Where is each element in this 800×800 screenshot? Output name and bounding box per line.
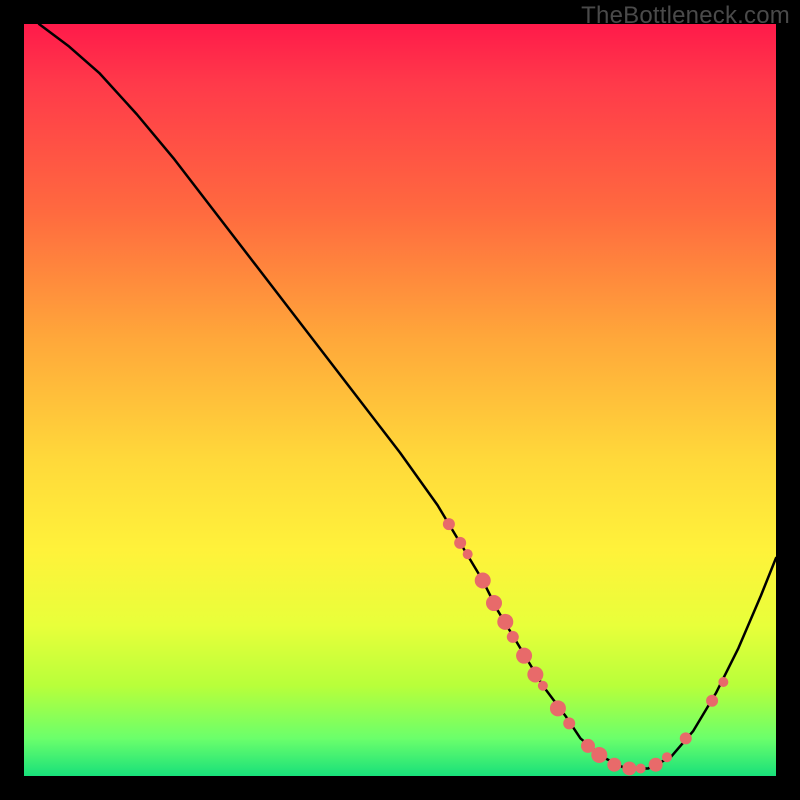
- curve-marker: [443, 518, 455, 530]
- curve-marker: [607, 758, 621, 772]
- curve-markers-group: [443, 518, 728, 775]
- curve-marker: [550, 700, 566, 716]
- curve-marker: [718, 677, 728, 687]
- bottleneck-chart-svg: [24, 24, 776, 776]
- curve-marker: [706, 695, 718, 707]
- curve-marker: [649, 758, 663, 772]
- curve-marker: [454, 537, 466, 549]
- curve-marker: [563, 717, 575, 729]
- curve-marker: [636, 763, 646, 773]
- bottleneck-curve-line: [39, 24, 776, 768]
- curve-marker: [475, 572, 491, 588]
- watermark-text: TheBottleneck.com: [581, 2, 790, 30]
- curve-marker: [463, 549, 473, 559]
- curve-marker: [516, 648, 532, 664]
- curve-marker: [662, 752, 672, 762]
- curve-marker: [680, 732, 692, 744]
- curve-marker: [538, 681, 548, 691]
- curve-marker: [591, 747, 607, 763]
- curve-marker: [497, 614, 513, 630]
- curve-marker: [527, 666, 543, 682]
- curve-marker: [622, 761, 636, 775]
- curve-marker: [486, 595, 502, 611]
- curve-marker: [507, 631, 519, 643]
- chart-plot-area: [24, 24, 776, 776]
